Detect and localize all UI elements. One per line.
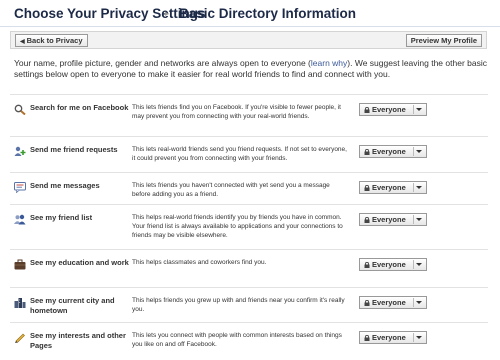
setting-row-friend-list: See my friend list This helps real-world… xyxy=(10,204,488,242)
privacy-value: Everyone xyxy=(372,333,406,342)
setting-description: This lets real-world friends send you fr… xyxy=(132,146,347,162)
chevron-down-icon xyxy=(416,150,422,153)
chevron-down-icon xyxy=(416,336,422,339)
toolbar: ◀ Back to Privacy Preview My Profile xyxy=(10,31,487,49)
select-divider xyxy=(413,215,414,224)
lock-icon xyxy=(364,335,370,341)
setting-description: This helps real-world friends identify y… xyxy=(132,214,343,239)
setting-row-search: Search for me on Facebook This lets frie… xyxy=(10,94,488,132)
back-to-privacy-button[interactable]: ◀ Back to Privacy xyxy=(15,34,88,47)
chevron-down-icon xyxy=(416,108,422,111)
preview-profile-button[interactable]: Preview My Profile xyxy=(405,34,482,47)
intro-text: Your name, profile picture, gender and n… xyxy=(14,58,488,80)
lock-icon xyxy=(364,217,370,223)
select-divider xyxy=(413,333,414,342)
setting-description: This lets friends you haven't connected … xyxy=(132,182,330,198)
breadcrumb-separator: ▸ xyxy=(165,9,170,18)
setting-description: This helps friends you grew up with and … xyxy=(132,297,345,313)
privacy-select-friend-requests[interactable]: Everyone xyxy=(359,145,427,158)
search-icon xyxy=(14,104,26,115)
intro-text-before: Your name, profile picture, gender and n… xyxy=(14,58,311,68)
page-title: Choose Your Privacy Settings xyxy=(14,6,206,21)
lock-icon xyxy=(364,262,370,268)
privacy-select-education-work[interactable]: Everyone xyxy=(359,258,427,271)
select-divider xyxy=(413,298,414,307)
friends-icon xyxy=(14,214,26,225)
setting-row-interests-pages: See my interests and other Pages This le… xyxy=(10,322,488,360)
chevron-down-icon xyxy=(416,186,422,189)
setting-label: Send me friend requests xyxy=(30,145,118,154)
privacy-value: Everyone xyxy=(372,105,406,114)
chevron-down-icon xyxy=(416,263,422,266)
pencil-icon xyxy=(15,333,25,343)
chevron-down-icon xyxy=(416,301,422,304)
setting-label: See my interests and other Pages xyxy=(30,331,126,350)
privacy-select-interests-pages[interactable]: Everyone xyxy=(359,331,427,344)
add-friend-icon xyxy=(14,146,26,156)
privacy-value: Everyone xyxy=(372,215,406,224)
page-header: Choose Your Privacy Settings ▸ Basic Dir… xyxy=(0,0,500,27)
select-divider xyxy=(413,105,414,114)
learn-why-link[interactable]: learn why xyxy=(311,58,347,68)
privacy-value: Everyone xyxy=(372,183,406,192)
city-icon xyxy=(14,298,26,308)
privacy-select-search[interactable]: Everyone xyxy=(359,103,427,116)
privacy-value: Everyone xyxy=(372,260,406,269)
setting-description: This lets you connect with people with c… xyxy=(132,332,342,348)
select-divider xyxy=(413,260,414,269)
setting-label: See my friend list xyxy=(30,213,93,222)
briefcase-icon xyxy=(14,259,26,270)
setting-label: See my education and work xyxy=(30,258,129,267)
lock-icon xyxy=(364,300,370,306)
privacy-value: Everyone xyxy=(372,147,406,156)
setting-description: This lets friends find you on Facebook. … xyxy=(132,104,341,120)
lock-icon xyxy=(364,149,370,155)
lock-icon xyxy=(364,107,370,113)
setting-row-friend-requests: Send me friend requests This lets real-w… xyxy=(10,136,488,174)
setting-label: See my current city and hometown xyxy=(30,296,115,315)
setting-description: This helps classmates and coworkers find… xyxy=(132,259,267,266)
lock-icon xyxy=(364,185,370,191)
page-subtitle: Basic Directory Information xyxy=(179,6,357,21)
select-divider xyxy=(413,147,414,156)
select-divider xyxy=(413,183,414,192)
back-arrow-icon: ◀ xyxy=(20,39,25,45)
setting-row-city-hometown: See my current city and hometown This he… xyxy=(10,287,488,325)
privacy-select-friend-list[interactable]: Everyone xyxy=(359,213,427,226)
privacy-select-city-hometown[interactable]: Everyone xyxy=(359,296,427,309)
message-icon xyxy=(14,182,26,193)
setting-label: Search for me on Facebook xyxy=(30,103,129,112)
chevron-down-icon xyxy=(416,218,422,221)
setting-row-education-work: See my education and work This helps cla… xyxy=(10,249,488,287)
back-to-privacy-label: Back to Privacy xyxy=(26,36,83,45)
privacy-value: Everyone xyxy=(372,298,406,307)
privacy-select-messages[interactable]: Everyone xyxy=(359,181,427,194)
setting-label: Send me messages xyxy=(30,181,100,190)
